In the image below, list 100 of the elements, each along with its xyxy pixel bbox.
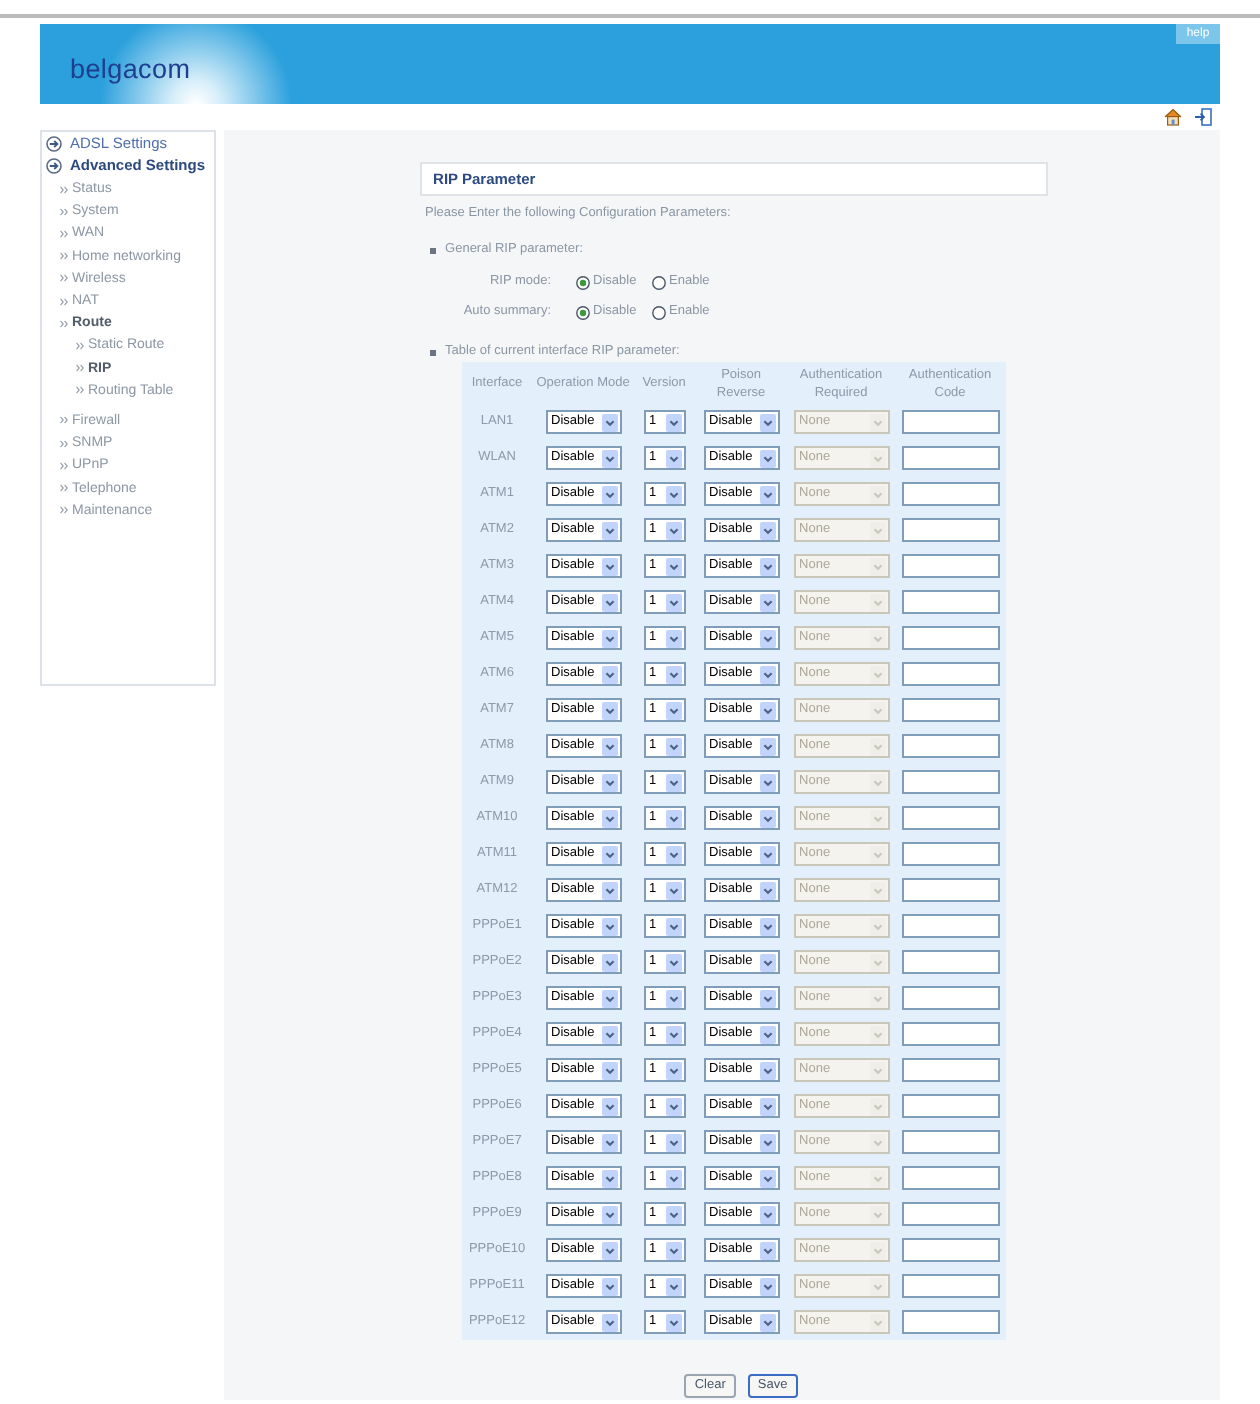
chevron-down-icon <box>869 1277 886 1295</box>
chevron-down-icon <box>759 845 776 863</box>
authentication-code-field[interactable] <box>901 446 1000 470</box>
chevron-down-icon <box>601 1133 618 1151</box>
chevron-down-icon <box>665 665 682 683</box>
chevron-down-icon <box>665 1277 682 1295</box>
authentication-code-field[interactable] <box>901 662 1000 686</box>
chevron-down-icon <box>869 1205 886 1223</box>
authentication-code-field[interactable] <box>901 1310 1000 1334</box>
authentication-code-field[interactable] <box>901 878 1000 902</box>
home-icon[interactable] <box>1164 108 1182 126</box>
authentication-code-field[interactable] <box>901 842 1000 866</box>
chevron-down-icon <box>869 953 886 971</box>
authentication-code-field[interactable] <box>901 626 1000 650</box>
square-bullet-icon <box>429 247 436 253</box>
authentication-code-field[interactable] <box>901 770 1000 794</box>
authentication-code-field[interactable] <box>901 1058 1000 1082</box>
chevron-down-icon <box>869 701 886 719</box>
authentication-code-field[interactable] <box>901 518 1000 542</box>
chevron-down-icon <box>869 629 886 647</box>
chevron-down-icon <box>869 737 886 755</box>
authentication-code-field[interactable] <box>901 410 1000 434</box>
chevron-down-icon <box>665 1061 682 1079</box>
chevron-down-icon <box>759 629 776 647</box>
authentication-code-field[interactable] <box>901 482 1000 506</box>
authentication-code-field[interactable] <box>901 914 1000 938</box>
double-chevron-icon <box>60 207 68 216</box>
authentication-code-field[interactable] <box>901 554 1000 578</box>
authentication-code-field[interactable] <box>901 1094 1000 1118</box>
authentication-code-field[interactable] <box>901 1238 1000 1262</box>
chevron-down-icon <box>601 737 618 755</box>
chevron-down-icon <box>665 881 682 899</box>
chevron-down-icon <box>601 845 618 863</box>
chevron-down-icon <box>601 1025 618 1043</box>
chevron-down-icon <box>665 809 682 827</box>
double-chevron-icon <box>60 461 68 470</box>
chevron-down-icon <box>869 1169 886 1187</box>
chevron-down-icon <box>759 953 776 971</box>
chevron-down-icon <box>601 809 618 827</box>
chevron-down-icon <box>601 665 618 683</box>
chevron-down-icon <box>601 1241 618 1259</box>
chevron-down-icon <box>869 665 886 683</box>
authentication-code-field[interactable] <box>901 590 1000 614</box>
arrow-circle-icon <box>46 135 62 151</box>
authentication-code-field[interactable] <box>901 986 1000 1010</box>
chevron-down-icon <box>759 1313 776 1331</box>
chevron-down-icon <box>759 593 776 611</box>
authentication-code-field[interactable] <box>901 1022 1000 1046</box>
chevron-down-icon <box>759 917 776 935</box>
chevron-down-icon <box>759 1133 776 1151</box>
chevron-down-icon <box>601 917 618 935</box>
authentication-code-field[interactable] <box>901 698 1000 722</box>
authentication-code-field[interactable] <box>901 1202 1000 1226</box>
radio-button[interactable] <box>575 305 590 319</box>
chevron-down-icon <box>759 1205 776 1223</box>
chevron-down-icon <box>759 449 776 467</box>
chevron-down-icon <box>869 1241 886 1259</box>
chevron-down-icon <box>601 1061 618 1079</box>
chevron-down-icon <box>869 449 886 467</box>
exit-icon[interactable] <box>1194 108 1212 126</box>
chevron-down-icon <box>601 881 618 899</box>
chevron-down-icon <box>665 1205 682 1223</box>
authentication-code-field[interactable] <box>901 950 1000 974</box>
radio-button[interactable] <box>651 305 666 319</box>
chevron-down-icon <box>759 485 776 503</box>
chevron-down-icon <box>869 413 886 431</box>
chevron-down-icon <box>665 1133 682 1151</box>
authentication-code-field[interactable] <box>901 1166 1000 1190</box>
double-chevron-icon <box>60 506 68 515</box>
double-chevron-icon <box>60 319 68 328</box>
chevron-down-icon <box>759 701 776 719</box>
radio-button[interactable] <box>651 275 666 289</box>
chevron-down-icon <box>665 485 682 503</box>
chevron-down-icon <box>665 1025 682 1043</box>
chevron-down-icon <box>665 701 682 719</box>
chevron-down-icon <box>601 1205 618 1223</box>
authentication-code-field[interactable] <box>901 806 1000 830</box>
chevron-down-icon <box>759 881 776 899</box>
chevron-down-icon <box>869 1097 886 1115</box>
chevron-down-icon <box>869 1061 886 1079</box>
chevron-down-icon <box>601 557 618 575</box>
chevron-down-icon <box>759 737 776 755</box>
chevron-down-icon <box>869 845 886 863</box>
chevron-down-icon <box>665 1313 682 1331</box>
chevron-down-icon <box>601 1169 618 1187</box>
chevron-down-icon <box>601 521 618 539</box>
authentication-code-field[interactable] <box>901 734 1000 758</box>
chevron-down-icon <box>759 809 776 827</box>
radio-button[interactable] <box>575 275 590 289</box>
authentication-code-field[interactable] <box>901 1130 1000 1154</box>
chevron-down-icon <box>665 737 682 755</box>
chevron-down-icon <box>665 521 682 539</box>
authentication-code-field[interactable] <box>901 1274 1000 1298</box>
chevron-down-icon <box>601 1313 618 1331</box>
chevron-down-icon <box>759 1169 776 1187</box>
chevron-down-icon <box>665 629 682 647</box>
chevron-down-icon <box>601 1097 618 1115</box>
chevron-down-icon <box>869 1133 886 1151</box>
square-bullet-icon <box>429 349 436 355</box>
chevron-down-icon <box>869 521 886 539</box>
